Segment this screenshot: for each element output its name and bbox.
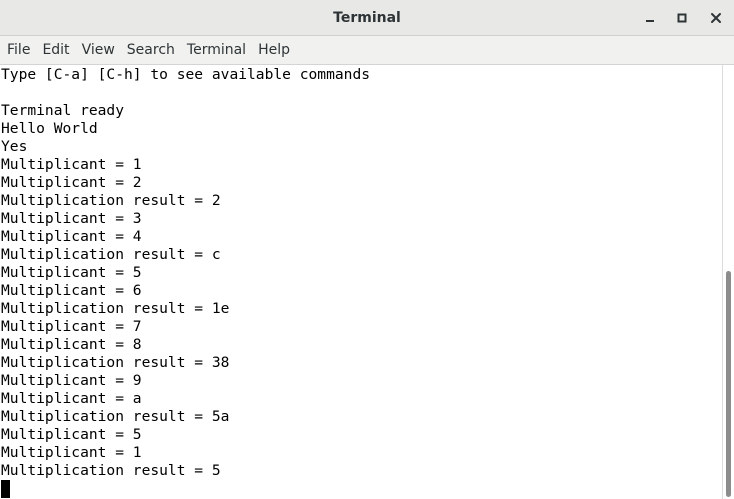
title-bar[interactable]: Terminal — [0, 0, 734, 36]
terminal-line: Multiplication result = c — [1, 246, 221, 263]
menu-bar: File Edit View Search Terminal Help — [0, 36, 734, 65]
scrollbar-thumb[interactable] — [726, 271, 731, 497]
menu-help[interactable]: Help — [252, 36, 296, 64]
menu-view[interactable]: View — [76, 36, 121, 64]
minimize-button[interactable] — [638, 6, 662, 30]
terminal-line: Multiplication result = 5 — [1, 462, 221, 479]
terminal-line: Multiplicant = a — [1, 390, 142, 407]
terminal-window: Terminal File Edit View Search Terminal … — [0, 0, 734, 499]
menu-search[interactable]: Search — [121, 36, 181, 64]
maximize-icon — [676, 12, 688, 24]
maximize-button[interactable] — [670, 6, 694, 30]
terminal-line: Multiplicant = 7 — [1, 318, 142, 335]
vertical-scrollbar[interactable] — [722, 65, 734, 499]
terminal-line: Multiplication result = 1e — [1, 300, 230, 317]
terminal-line: Multiplicant = 9 — [1, 372, 142, 389]
terminal-line: Multiplicant = 4 — [1, 228, 142, 245]
terminal-line: Multiplication result = 38 — [1, 354, 230, 371]
terminal-line: Type [C-a] [C-h] to see available comman… — [1, 66, 371, 83]
menu-edit[interactable]: Edit — [36, 36, 75, 64]
terminal-line: Multiplicant = 1 — [1, 444, 142, 461]
terminal-line: Multiplicant = 1 — [1, 156, 142, 173]
terminal-cursor — [1, 480, 10, 498]
window-title: Terminal — [333, 10, 401, 26]
terminal-line: Multiplicant = 8 — [1, 336, 142, 353]
terminal-line: Multiplication result = 5a — [1, 408, 230, 425]
menu-file[interactable]: File — [1, 36, 36, 64]
terminal-line: Multiplicant = 3 — [1, 210, 142, 227]
terminal-line: Yes — [1, 138, 28, 155]
terminal-line: Multiplication result = 2 — [1, 192, 221, 209]
terminal-output[interactable]: Type [C-a] [C-h] to see available comman… — [0, 65, 722, 499]
minimize-icon — [644, 12, 656, 24]
terminal-line: Multiplicant = 2 — [1, 174, 142, 191]
close-button[interactable] — [704, 6, 728, 30]
terminal-line: Multiplicant = 6 — [1, 282, 142, 299]
terminal-line: Multiplicant = 5 — [1, 426, 142, 443]
menu-terminal[interactable]: Terminal — [181, 36, 252, 64]
close-icon — [710, 12, 722, 24]
terminal-line: Multiplicant = 5 — [1, 264, 142, 281]
terminal-line: Hello World — [1, 120, 98, 137]
terminal-line: Terminal ready — [1, 102, 125, 119]
